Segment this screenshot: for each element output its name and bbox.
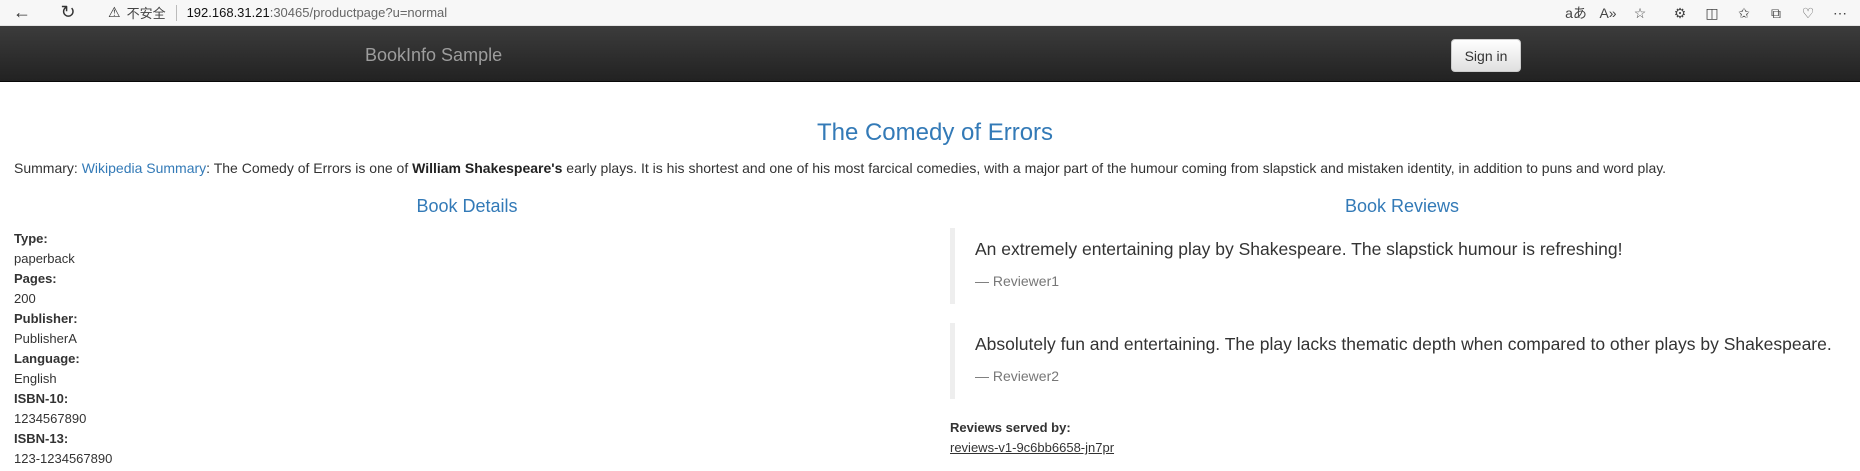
book-reviews-heading: Book Reviews <box>1344 196 1460 216</box>
browser-actions: aあ A» ☆ ⚙ ◫ ✩ ⧉ ♡ ⋯ <box>1560 0 1860 26</box>
detail-value: 200 <box>14 291 36 306</box>
insecure-label: 不安全 <box>126 6 166 21</box>
review-item: An extremely entertaining play by Shakes… <box>950 228 1850 304</box>
review-text: An extremely entertaining play by Shakes… <box>975 239 1623 259</box>
collections-icon[interactable]: ⧉ <box>1760 0 1792 26</box>
favorite-star-icon[interactable]: ☆ <box>1624 0 1656 26</box>
detail-value: paperback <box>14 251 75 266</box>
warning-icon[interactable]: ⚠ <box>108 4 121 21</box>
book-details-list: Type: paperback Pages: 200 Publisher: Pu… <box>14 229 112 469</box>
review-author: — Reviewer1 <box>975 273 1060 289</box>
extensions-icon[interactable]: ⚙ <box>1664 0 1696 26</box>
summary-author: William Shakespeare's <box>412 160 563 176</box>
reviews-pod-link[interactable]: reviews-v1-9c6bb6658-jn7pr <box>950 440 1114 455</box>
favorites-icon[interactable]: ✩ <box>1728 0 1760 26</box>
summary-prefix: Summary: <box>14 160 82 176</box>
brand-link[interactable]: BookInfo Sample <box>365 45 502 66</box>
detail-label: ISBN-13: <box>14 431 69 446</box>
address-separator <box>175 4 177 21</box>
detail-label: Language: <box>14 351 80 366</box>
detail-label: ISBN-10: <box>14 391 69 406</box>
address-bar[interactable]: ⚠ 不安全 192.168.31.21:30465/productpage?u=… <box>94 0 1434 26</box>
detail-value: 1234567890 <box>14 411 87 426</box>
summary-text-2: early plays. It is his shortest and one … <box>562 160 1667 176</box>
health-icon[interactable]: ♡ <box>1792 0 1824 26</box>
summary-text-1: : The Comedy of Errors is one of <box>206 160 413 176</box>
review-author: — Reviewer2 <box>975 368 1060 384</box>
detail-label: Pages: <box>14 271 57 286</box>
back-icon[interactable]: ← <box>4 0 40 26</box>
detail-value: English <box>14 371 57 386</box>
page-title: The Comedy of Errors <box>816 119 1054 146</box>
book-summary: Summary: Wikipedia Summary: The Comedy o… <box>14 160 1666 176</box>
detail-value: PublisherA <box>14 331 77 346</box>
more-menu-icon[interactable]: ⋯ <box>1824 0 1856 26</box>
app-navbar: BookInfo Sample Sign in <box>0 26 1860 82</box>
detail-value: 123-1234567890 <box>14 451 113 466</box>
sign-in-button[interactable]: Sign in <box>1451 39 1521 72</box>
review-item: Absolutely fun and entertaining. The pla… <box>950 323 1850 399</box>
detail-label: Publisher: <box>14 311 78 326</box>
book-details-heading: Book Details <box>416 196 518 216</box>
reviews-served-by-label: Reviews served by: <box>950 420 1071 435</box>
review-text: Absolutely fun and entertaining. The pla… <box>975 334 1832 354</box>
url-host: 192.168.31.21 <box>186 5 270 20</box>
reload-icon[interactable]: ↻ <box>50 0 86 26</box>
read-aloud-icon[interactable]: aあ <box>1560 0 1592 26</box>
wikipedia-summary-link[interactable]: Wikipedia Summary <box>82 160 206 176</box>
detail-label: Type: <box>14 231 48 246</box>
split-screen-icon[interactable]: ◫ <box>1696 0 1728 26</box>
browser-toolbar: ← ↻ ⚠ 不安全 192.168.31.21:30465/productpag… <box>0 0 1860 26</box>
url-path: :30465/productpage?u=normal <box>269 5 448 20</box>
text-size-icon[interactable]: A» <box>1592 0 1624 26</box>
